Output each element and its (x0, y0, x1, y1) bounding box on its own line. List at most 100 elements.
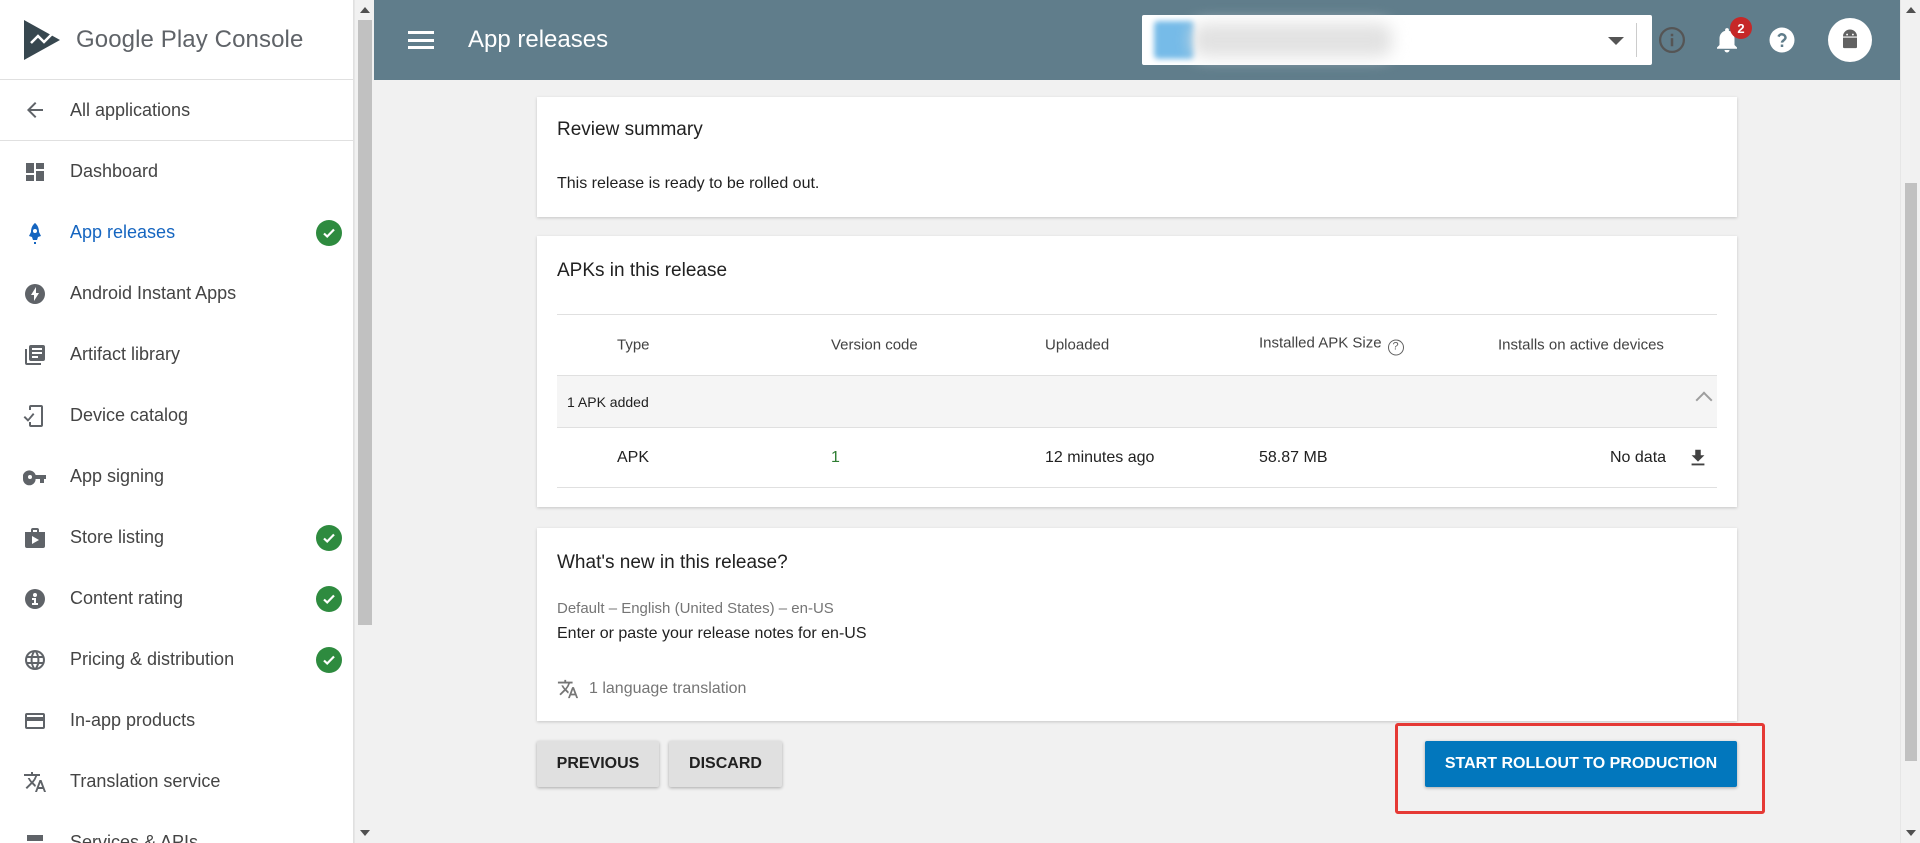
logo-text-a: Google Play (76, 25, 208, 53)
scroll-up-arrow-icon[interactable] (360, 7, 370, 13)
store-icon (22, 525, 48, 551)
sidebar-item-label: Services & APIs (70, 832, 199, 843)
logo-text-b: Console (214, 25, 304, 53)
key-icon (22, 464, 48, 490)
translation-count: 1 language translation (589, 680, 747, 697)
device-icon (22, 403, 48, 429)
col-installed-size-label: Installed APK Size (1259, 334, 1382, 352)
card-icon (22, 708, 48, 734)
review-summary-message: This release is ready to be rolled out. (557, 175, 820, 192)
sidebar-item-label: Device catalog (70, 405, 189, 425)
sidebar-scrollbar[interactable] (354, 0, 374, 843)
page-title: App releases (468, 26, 609, 53)
chevron-up-icon[interactable] (1695, 391, 1713, 409)
apk-group-label: 1 APK added (567, 393, 649, 410)
main-scrollbar[interactable] (1900, 0, 1920, 843)
notification-count-badge: 2 (1730, 17, 1752, 39)
sidebar-item-device-catalog[interactable]: Device catalog (0, 385, 353, 446)
discard-button[interactable]: DISCARD (669, 741, 782, 787)
language-translation-link[interactable]: 1 language translation (557, 678, 746, 700)
dashboard-icon (22, 159, 48, 185)
table-header: Type Version code Uploaded Installed APK… (557, 314, 1717, 376)
check-circle-icon (316, 585, 342, 612)
check-circle-icon (316, 524, 342, 551)
sidebar-item-label: App releases (70, 222, 176, 242)
whats-new-card: What's new in this release? Default – En… (537, 528, 1737, 721)
sidebar-item-label: Translation service (70, 771, 221, 791)
sidebar-item-label: Content rating (70, 588, 184, 608)
top-app-bar: App releases 2 (374, 0, 1900, 80)
apk-table: Type Version code Uploaded Installed APK… (557, 314, 1717, 488)
cell-version-code[interactable]: 1 (831, 449, 840, 467)
col-version-code: Version code (831, 336, 918, 354)
previous-button[interactable]: PREVIOUS (537, 741, 659, 787)
chevron-down-icon (1608, 37, 1624, 45)
sidebar-item-store-listing[interactable]: Store listing (0, 507, 353, 568)
apks-card: APKs in this release Type Version code U… (537, 236, 1737, 507)
library-icon (22, 342, 48, 368)
play-console-logo-icon (24, 19, 60, 60)
sidebar-item-label: In-app products (70, 710, 196, 730)
app-selector[interactable] (1142, 15, 1652, 65)
sidebar-item-label: Artifact library (70, 344, 181, 364)
all-applications-label: All applications (70, 99, 191, 120)
sidebar-item-services-apis[interactable]: Services & APIs (0, 812, 353, 843)
check-circle-icon (316, 219, 342, 246)
app-thumbnail (1154, 21, 1194, 59)
download-icon[interactable] (1687, 447, 1709, 469)
start-rollout-button[interactable]: START ROLLOUT TO PRODUCTION (1425, 741, 1737, 787)
cell-uploaded: 12 minutes ago (1045, 448, 1155, 466)
flash-icon (22, 281, 48, 307)
help-icon[interactable] (1766, 24, 1798, 56)
sidebar-item-label: Store listing (70, 527, 165, 547)
sidebar-item-content-rating[interactable]: Content rating (0, 568, 353, 629)
sidebar-item-label: Dashboard (70, 161, 159, 181)
logo[interactable]: Google Play Console (0, 0, 353, 80)
col-uploaded: Uploaded (1045, 336, 1110, 354)
info-icon[interactable] (1656, 24, 1688, 56)
all-applications-link[interactable]: All applications (0, 80, 353, 141)
scroll-down-arrow-icon[interactable] (360, 830, 370, 836)
check-circle-icon (316, 646, 342, 673)
sidebar-item-in-app-products[interactable]: In-app products (0, 690, 353, 751)
services-icon (22, 830, 48, 843)
android-icon (1843, 29, 1857, 49)
sidebar: Google Play Console All applications Das… (0, 0, 354, 843)
release-notes-input[interactable]: Enter or paste your release notes for en… (557, 625, 867, 643)
scroll-up-arrow-icon[interactable] (1906, 7, 1916, 13)
globe-icon (22, 647, 48, 673)
account-avatar[interactable] (1828, 18, 1872, 62)
cell-type: APK (617, 448, 650, 466)
review-summary-title: Review summary (557, 119, 703, 140)
menu-icon[interactable] (406, 28, 436, 52)
sidebar-item-artifact-library[interactable]: Artifact library (0, 324, 353, 385)
sidebar-item-app-signing[interactable]: App signing (0, 446, 353, 507)
scroll-down-arrow-icon[interactable] (1906, 830, 1916, 836)
sidebar-item-android-instant-apps[interactable]: Android Instant Apps (0, 263, 353, 324)
cell-installs: No data (1610, 448, 1667, 466)
scrollbar-thumb[interactable] (1905, 183, 1917, 761)
sidebar-item-dashboard[interactable]: Dashboard (0, 141, 353, 202)
whats-new-title: What's new in this release? (557, 552, 788, 573)
review-summary-card: Review summary This release is ready to … (537, 97, 1737, 217)
col-installs: Installs on active devices (1498, 336, 1664, 354)
translate-icon (557, 679, 579, 699)
sidebar-item-translation-service[interactable]: Translation service (0, 751, 353, 812)
apks-title: APKs in this release (557, 260, 728, 281)
cell-size: 58.87 MB (1259, 448, 1328, 466)
sidebar-item-pricing-distribution[interactable]: Pricing & distribution (0, 629, 353, 690)
divider (1636, 23, 1637, 57)
app-name-redacted (1192, 23, 1392, 57)
arrow-back-icon (22, 97, 48, 123)
rating-icon (22, 586, 48, 612)
sidebar-item-app-releases[interactable]: App releases (0, 202, 353, 263)
help-circle-icon[interactable]: ? (1387, 339, 1404, 356)
scrollbar-thumb[interactable] (358, 20, 372, 625)
sidebar-item-label: Pricing & distribution (70, 649, 235, 669)
apk-group-header[interactable]: 1 APK added (557, 376, 1717, 428)
default-language-label: Default – English (United States) – en-U… (557, 600, 834, 617)
sidebar-item-label: App signing (70, 466, 165, 486)
rocket-icon (22, 220, 48, 246)
col-type: Type (617, 336, 650, 354)
sidebar-item-label: Android Instant Apps (70, 283, 237, 303)
